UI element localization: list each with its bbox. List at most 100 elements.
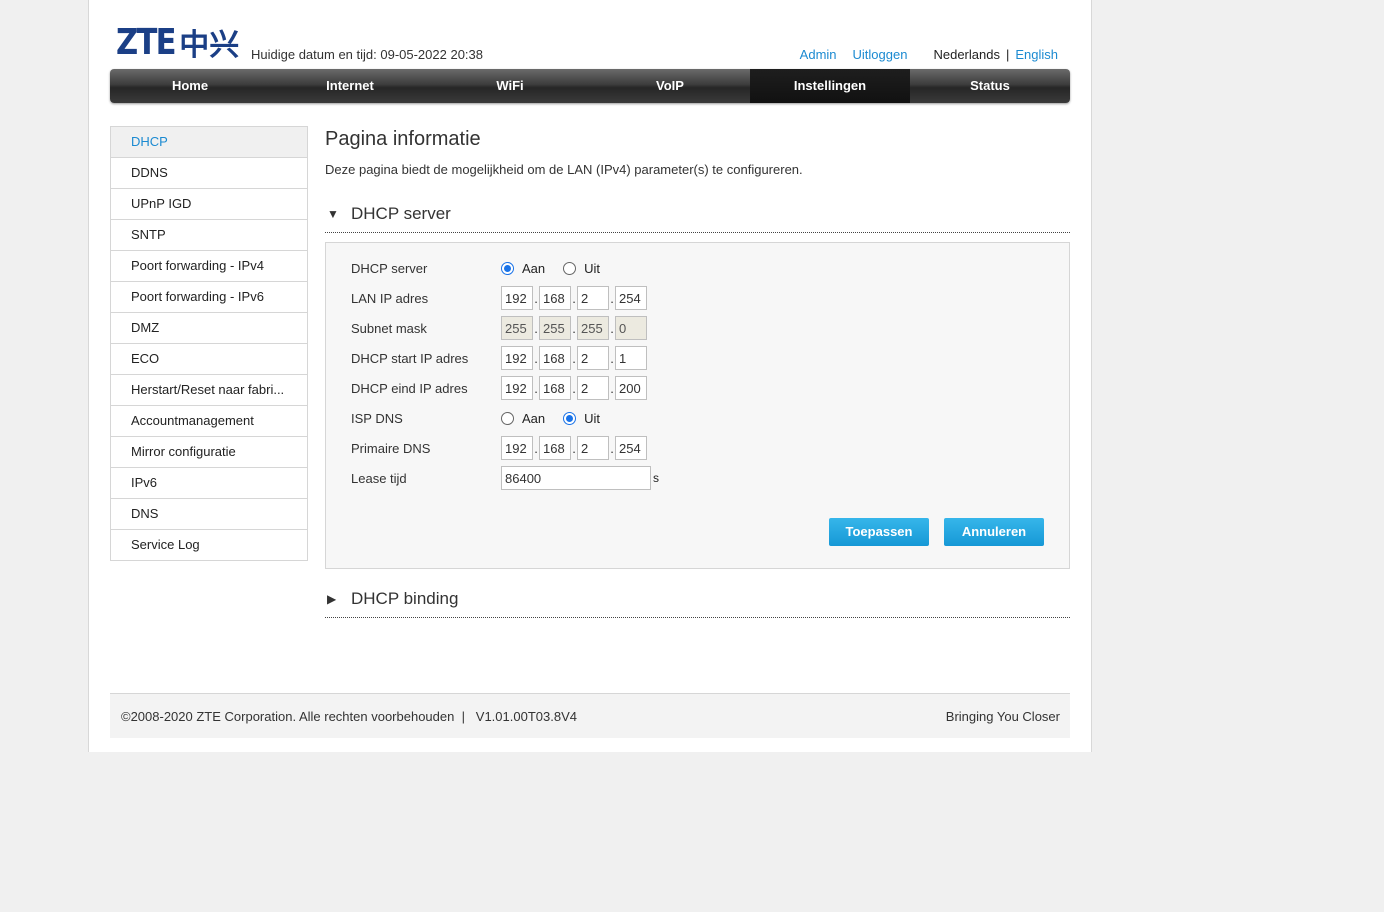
lan-ip-octet-1[interactable]: 192 [501,286,533,310]
end-ip-field: 192. 168. 2. 200 [501,376,647,400]
isp-dns-on-option[interactable]: Aan [501,411,545,426]
radio-label: Aan [522,260,546,276]
dhcp-server-label: DHCP server [351,260,428,276]
lan-ip-octet-4[interactable]: 254 [615,286,647,310]
dhcp-binding-section-header[interactable]: ▶ DHCP binding [325,581,1070,618]
current-datetime: Huidige datum en tijd: 09-05-2022 20:38 [251,47,483,62]
isp-dns-label: ISP DNS [351,410,403,426]
primary-dns-octet-2[interactable]: 168 [539,436,571,460]
language-separator: | [1005,47,1010,62]
primary-dns-octet-3[interactable]: 2 [577,436,609,460]
start-ip-field: 192. 168. 2. 1 [501,346,647,370]
admin-link[interactable]: Admin [800,47,837,62]
lease-time-input[interactable]: 86400 [501,466,651,490]
dhcp-server-row: DHCP server Aan Uit [351,253,618,283]
cancel-button[interactable]: Annuleren [944,518,1044,546]
lan-ip-label: LAN IP adres [351,290,429,306]
sidebar-item-mirror-config[interactable]: Mirror configuratie [111,437,307,468]
lan-ip-octet-2[interactable]: 168 [539,286,571,310]
section-title: DHCP binding [351,589,459,608]
nav-status[interactable]: Status [910,69,1070,103]
subnet-octet-1: 255 [501,316,533,340]
lan-ip-octet-3[interactable]: 2 [577,286,609,310]
subnet-octet-4: 0 [615,316,647,340]
sidebar-item-ipv6[interactable]: IPv6 [111,468,307,499]
lease-row: Lease tijd 86400 s [351,463,659,493]
sidebar-item-account-management[interactable]: Accountmanagement [111,406,307,437]
end-ip-label: DHCP eind IP adres [351,380,468,396]
sidebar-item-upnp-igd[interactable]: UPnP IGD [111,189,307,220]
start-ip-octet-2[interactable]: 168 [539,346,571,370]
sidebar-item-dmz[interactable]: DMZ [111,313,307,344]
end-ip-row: DHCP eind IP adres 192. 168. 2. 200 [351,373,647,403]
dhcp-server-off-radio[interactable] [563,261,577,275]
primary-dns-field: 192. 168. 2. 254 [501,436,647,460]
radio-label: Uit [584,410,601,426]
radio-label: Uit [584,260,601,276]
nav-instellingen[interactable]: Instellingen [750,69,910,103]
sidebar-item-service-log[interactable]: Service Log [111,530,307,560]
collapse-arrow-icon: ▼ [327,207,339,221]
end-ip-octet-3[interactable]: 2 [577,376,609,400]
main-nav: Home Internet WiFi VoIP Instellingen Sta… [110,69,1070,103]
start-ip-octet-1[interactable]: 192 [501,346,533,370]
sidebar-item-sntp[interactable]: SNTP [111,220,307,251]
primary-dns-label: Primaire DNS [351,440,431,456]
start-ip-label: DHCP start IP adres [351,350,469,366]
apply-button[interactable]: Toepassen [829,518,929,546]
sidebar-item-eco[interactable]: ECO [111,344,307,375]
start-ip-octet-3[interactable]: 2 [577,346,609,370]
dhcp-server-section-header[interactable]: ▼ DHCP server [325,196,1070,233]
nav-internet[interactable]: Internet [270,69,430,103]
nav-voip[interactable]: VoIP [590,69,750,103]
radio-label: Aan [522,410,546,426]
language-english[interactable]: English [1015,47,1058,62]
dhcp-server-panel: DHCP server Aan Uit LAN IP adres 192. 16… [325,242,1070,569]
page-description: Deze pagina biedt de mogelijkheid om de … [325,162,803,177]
page-title: Pagina informatie [325,128,481,150]
primary-dns-octet-4[interactable]: 254 [615,436,647,460]
isp-dns-off-option[interactable]: Uit [563,411,600,426]
logout-link[interactable]: Uitloggen [853,47,908,62]
section-title: DHCP server [351,204,451,223]
lease-unit: s [653,471,659,485]
end-ip-octet-4[interactable]: 200 [615,376,647,400]
footer-copyright: ©2008-2020 ZTE Corporation. Alle rechten… [121,709,577,724]
end-ip-octet-2[interactable]: 168 [539,376,571,400]
logo-latin: ZTE [116,21,177,63]
primary-dns-row: Primaire DNS 192. 168. 2. 254 [351,433,647,463]
subnet-octet-2: 255 [539,316,571,340]
sidebar-item-port-forwarding-ipv4[interactable]: Poort forwarding - IPv4 [111,251,307,282]
router-page: ZTE 中兴 Huidige datum en tijd: 09-05-2022… [88,0,1092,752]
lan-ip-row: LAN IP adres 192. 168. 2. 254 [351,283,647,313]
start-ip-octet-4[interactable]: 1 [615,346,647,370]
main-content: Pagina informatie Deze pagina biedt de m… [325,126,1070,618]
subnet-field: 255. 255. 255. 0 [501,316,647,340]
zte-logo: ZTE 中兴 [116,21,239,64]
dhcp-server-on-radio[interactable] [501,261,514,275]
subnet-label: Subnet mask [351,320,427,336]
isp-dns-off-radio[interactable] [563,411,577,425]
subnet-octet-3: 255 [577,316,609,340]
language-dutch[interactable]: Nederlands [933,47,1000,62]
subnet-row: Subnet mask 255. 255. 255. 0 [351,313,647,343]
primary-dns-octet-1[interactable]: 192 [501,436,533,460]
isp-dns-on-radio[interactable] [501,411,514,425]
end-ip-octet-1[interactable]: 192 [501,376,533,400]
sidebar-item-dhcp[interactable]: DHCP [111,127,307,158]
footer-slogan: Bringing You Closer [945,709,1060,724]
settings-sidebar: DHCP DDNS UPnP IGD SNTP Poort forwarding… [110,126,308,561]
footer: ©2008-2020 ZTE Corporation. Alle rechten… [110,693,1070,738]
nav-home[interactable]: Home [110,69,270,103]
sidebar-item-ddns[interactable]: DDNS [111,158,307,189]
sidebar-item-port-forwarding-ipv6[interactable]: Poort forwarding - IPv6 [111,282,307,313]
isp-dns-row: ISP DNS Aan Uit [351,403,618,433]
lease-label: Lease tijd [351,470,407,486]
expand-arrow-icon: ▶ [327,592,337,606]
dhcp-server-on-option[interactable]: Aan [501,261,545,276]
sidebar-item-restart-reset[interactable]: Herstart/Reset naar fabri... [111,375,307,406]
dhcp-server-off-option[interactable]: Uit [563,261,600,276]
sidebar-item-dns[interactable]: DNS [111,499,307,530]
start-ip-row: DHCP start IP adres 192. 168. 2. 1 [351,343,647,373]
nav-wifi[interactable]: WiFi [430,69,590,103]
